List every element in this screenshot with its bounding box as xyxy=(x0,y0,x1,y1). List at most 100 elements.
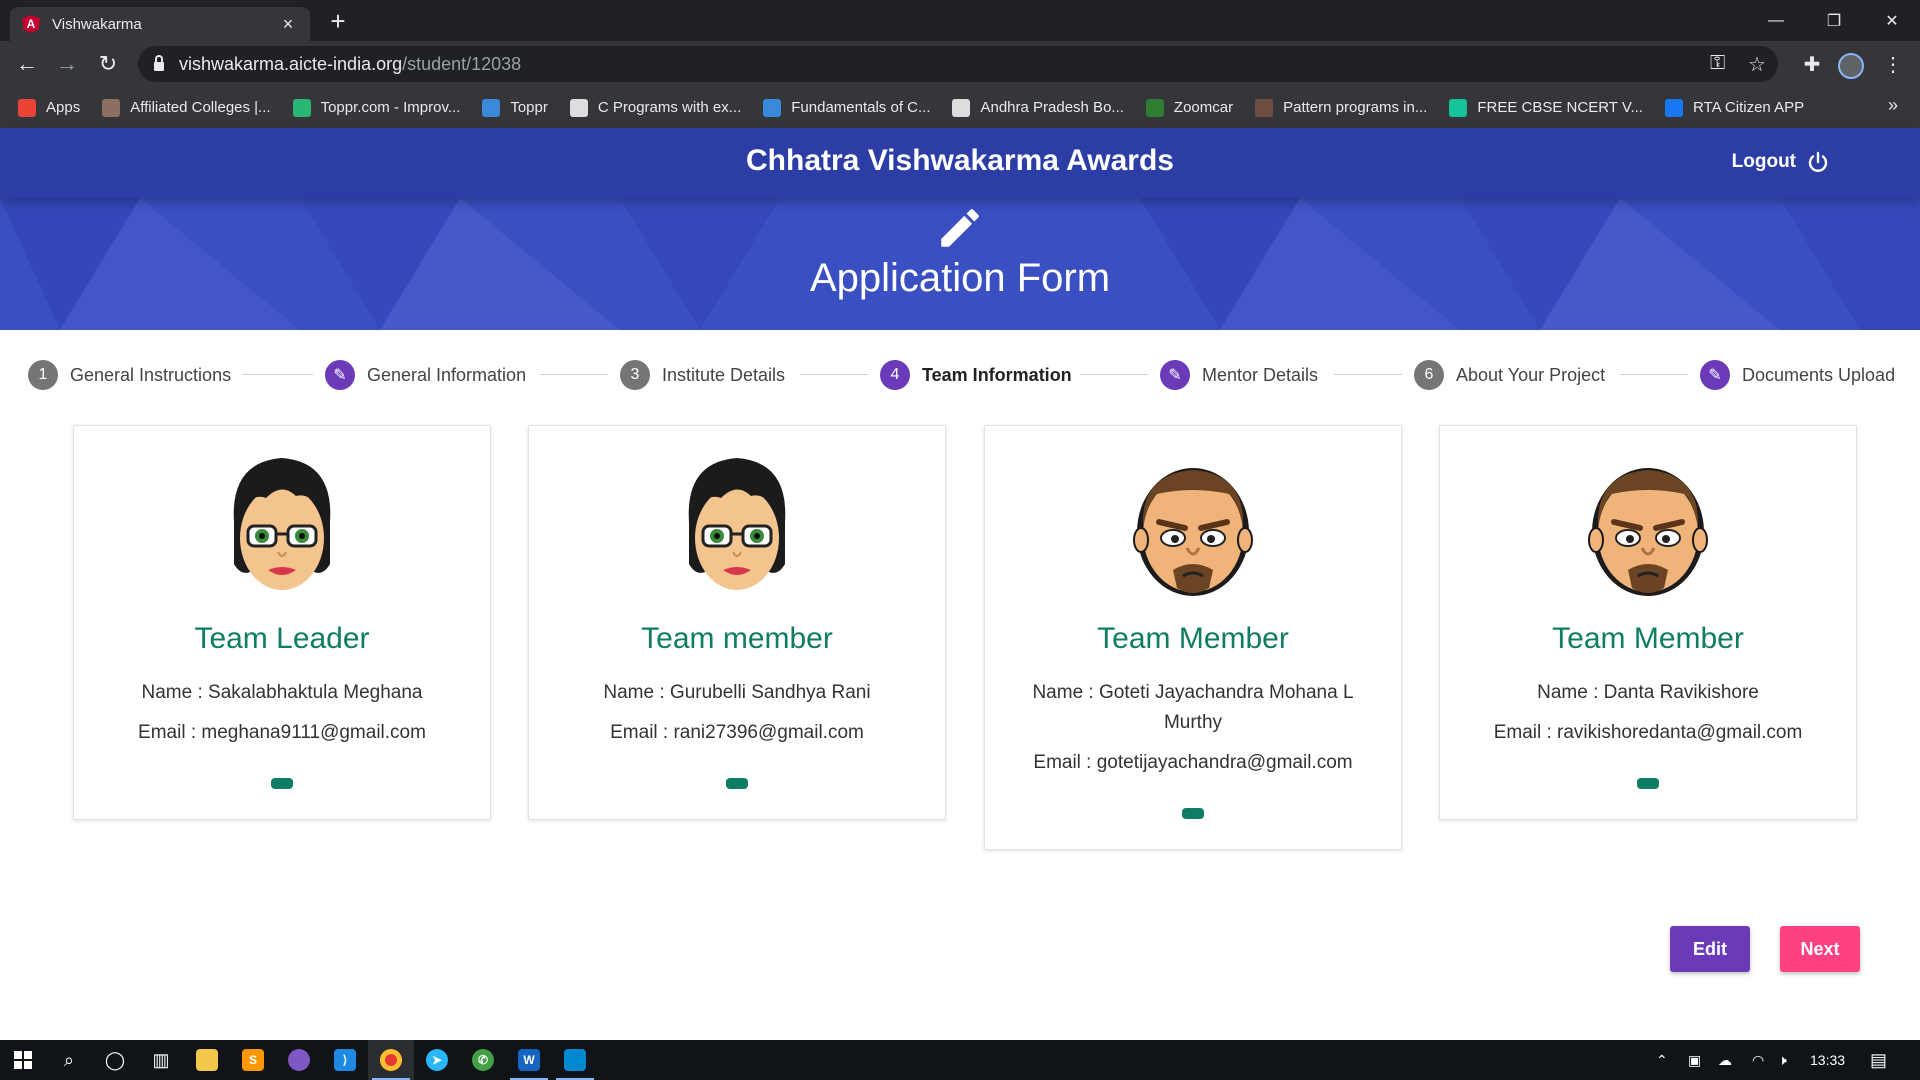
tray-device-icon[interactable]: ▣ xyxy=(1688,1040,1701,1080)
bookmark-item[interactable]: Pattern programs in... xyxy=(1255,98,1428,117)
member-name: Name : Danta Ravikishore xyxy=(1537,682,1759,703)
globe-icon xyxy=(952,98,971,117)
profile-avatar[interactable] xyxy=(1838,53,1864,79)
female-avatar-icon xyxy=(222,452,342,598)
app-title: Chhatra Vishwakarma Awards xyxy=(746,144,1174,177)
step-connector xyxy=(242,374,313,375)
step-label: Institute Details xyxy=(662,364,786,385)
step-mentor-details[interactable]: ✎ Mentor Details xyxy=(1160,355,1318,395)
hero-banner: Application Form xyxy=(0,198,1920,330)
male-avatar-icon xyxy=(1133,452,1253,598)
browser-toolbar: ← → ↻ vishwakarma.aicte-india.org/studen… xyxy=(0,41,1920,87)
telegram-icon[interactable]: ➤ xyxy=(414,1040,460,1080)
task-view-icon[interactable]: ▥ xyxy=(138,1040,184,1080)
cortana-icon[interactable]: ◯ xyxy=(92,1040,138,1080)
window-close-icon[interactable]: ✕ xyxy=(1864,0,1920,41)
bookmark-label: Fundamentals of C... xyxy=(791,99,931,116)
back-icon[interactable]: ← xyxy=(12,49,42,79)
step-number: 1 xyxy=(28,360,58,390)
step-team-information[interactable]: 4 Team Information xyxy=(880,355,1072,395)
member-email: Email : ravikishoredanta@gmail.com xyxy=(1493,722,1803,743)
browser-tab[interactable]: A Vishwakarma × xyxy=(10,7,310,41)
clock-time[interactable]: 13:33 xyxy=(1810,1040,1845,1080)
step-label: General Information xyxy=(367,364,527,385)
pencil-icon xyxy=(941,209,979,247)
menu-kebab-icon[interactable]: ⋮ xyxy=(1878,49,1908,79)
word-icon[interactable]: W xyxy=(506,1040,552,1080)
url-text[interactable]: vishwakarma.aicte-india.org/student/1203… xyxy=(179,54,521,75)
onedrive-icon[interactable]: ☁ xyxy=(1718,1040,1732,1080)
wifi-icon[interactable]: ◠ xyxy=(1752,1040,1764,1080)
step-number: 3 xyxy=(620,360,650,390)
member-action-button[interactable] xyxy=(271,778,293,789)
volume-muted-icon[interactable]: 🕨 xyxy=(1778,1040,1787,1080)
extensions-icon[interactable]: ✚ xyxy=(1797,49,1827,79)
bookmark-label: Pattern programs in... xyxy=(1283,99,1428,116)
key-icon[interactable]: ⚿ xyxy=(1710,52,1725,75)
male-avatar-icon xyxy=(1588,452,1708,598)
step-about-your-project[interactable]: 6 About Your Project xyxy=(1414,355,1605,395)
step-general-information[interactable]: ✎ General Information xyxy=(325,355,526,395)
forward-icon[interactable]: → xyxy=(52,49,82,79)
edit-button[interactable]: Edit xyxy=(1670,926,1750,972)
member-role: Team Leader xyxy=(194,622,370,655)
next-button[interactable]: Next xyxy=(1780,926,1860,972)
member-action-button[interactable] xyxy=(1182,808,1204,819)
whatsapp-icon[interactable]: ✆ xyxy=(460,1040,506,1080)
photos-icon[interactable] xyxy=(552,1040,598,1080)
bookmark-item[interactable]: Andhra Pradesh Bo... xyxy=(952,98,1124,117)
restore-icon[interactable]: ❐ xyxy=(1806,0,1862,41)
file-explorer-icon[interactable] xyxy=(184,1040,230,1080)
bookmark-label: FREE CBSE NCERT V... xyxy=(1477,99,1643,116)
team-member-card: Team Leader Name : Sakalabhaktula Meghana… xyxy=(73,425,491,820)
browser-tab-strip: A Vishwakarma × + — ❐ ✕ xyxy=(0,0,1920,41)
windows-start-icon[interactable] xyxy=(0,1040,46,1080)
bookmark-item[interactable]: Toppr.com - Improv... xyxy=(292,98,460,117)
address-bar[interactable]: vishwakarma.aicte-india.org/student/1203… xyxy=(138,46,1778,82)
step-edit-icon: ✎ xyxy=(1160,360,1190,390)
sublime-text-icon[interactable]: S xyxy=(230,1040,276,1080)
bookmark-item[interactable]: FREE CBSE NCERT V... xyxy=(1449,98,1643,117)
grammarly-icon xyxy=(1449,98,1468,117)
bookmark-item[interactable]: Toppr xyxy=(482,98,548,117)
bookmark-item[interactable]: RTA Citizen APP xyxy=(1664,98,1804,117)
tab-close-icon[interactable]: × xyxy=(278,14,298,35)
bookmark-label: Toppr xyxy=(510,99,548,116)
bookmarks-overflow-icon[interactable]: » xyxy=(1888,95,1898,116)
notifications-icon[interactable]: ▤ xyxy=(1870,1040,1887,1080)
vscode-icon[interactable]: ⟩ xyxy=(322,1040,368,1080)
discord-icon[interactable] xyxy=(276,1040,322,1080)
search-icon[interactable]: ⌕ xyxy=(46,1040,92,1080)
step-edit-icon: ✎ xyxy=(325,360,355,390)
reload-icon[interactable]: ↻ xyxy=(93,49,123,79)
bookmark-star-icon[interactable]: ☆ xyxy=(1748,52,1766,77)
member-action-button[interactable] xyxy=(726,778,748,789)
logout-button[interactable]: Logout xyxy=(1732,150,1830,174)
bookmarks-bar: Apps Affiliated Colleges |... Toppr.com - … xyxy=(0,87,1920,128)
step-general-instructions[interactable]: 1 General Instructions xyxy=(28,355,231,395)
bookmark-item[interactable]: Fundamentals of C... xyxy=(763,98,931,117)
step-documents-upload[interactable]: ✎ Documents Upload xyxy=(1700,355,1895,395)
step-connector xyxy=(1080,374,1148,375)
step-connector xyxy=(540,374,608,375)
member-name: Name : Gurubelli Sandhya Rani xyxy=(603,682,871,703)
url-domain: vishwakarma.aicte-india.org xyxy=(179,53,403,74)
member-action-button[interactable] xyxy=(1637,778,1659,789)
bookmark-item[interactable]: Zoomcar xyxy=(1145,98,1234,117)
step-label: About Your Project xyxy=(1456,364,1606,385)
bookmark-item[interactable]: C Programs with ex... xyxy=(569,98,741,117)
bookmark-label: Zoomcar xyxy=(1173,99,1234,116)
new-tab-icon[interactable]: + xyxy=(326,6,350,37)
tray-chevron-icon[interactable]: ⌃ xyxy=(1656,1040,1668,1080)
step-institute-details[interactable]: 3 Institute Details xyxy=(620,355,785,395)
member-role: Team Member xyxy=(1552,622,1744,655)
minimize-icon[interactable]: — xyxy=(1748,0,1804,41)
chrome-icon[interactable] xyxy=(368,1040,414,1080)
form-stepper: 1 General Instructions ✎ General Informatio… xyxy=(0,355,1920,395)
lock-icon[interactable] xyxy=(154,55,164,71)
bookmark-item[interactable]: Affiliated Colleges |... xyxy=(102,98,271,117)
toppr-icon xyxy=(292,98,311,117)
wordpress-icon xyxy=(763,98,782,117)
bookmark-item[interactable]: Apps xyxy=(18,98,80,117)
member-role: Team Member xyxy=(1097,622,1289,655)
